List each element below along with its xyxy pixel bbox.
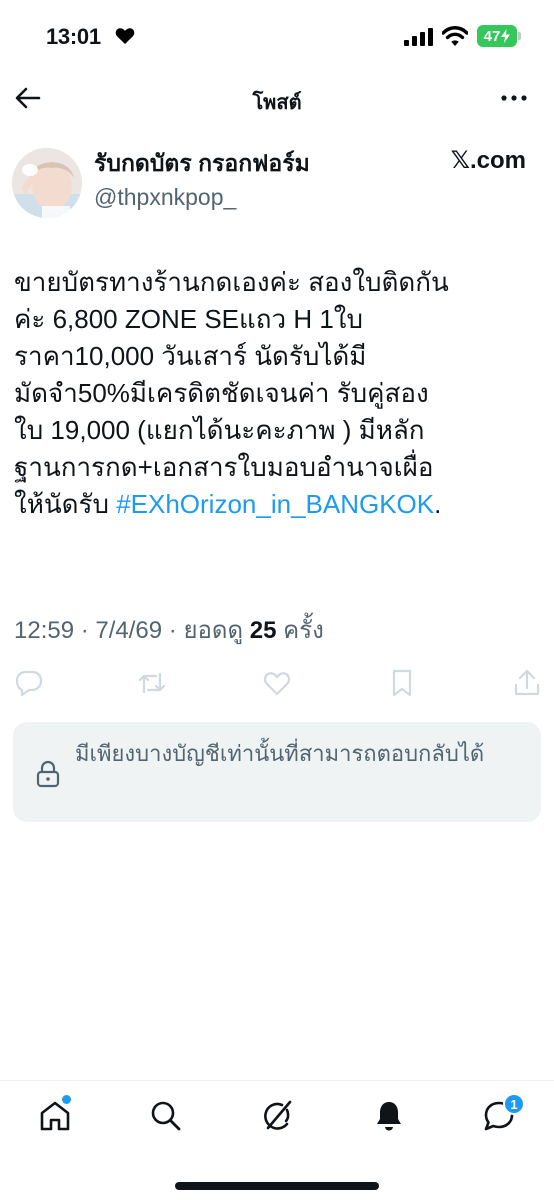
avatar[interactable]: [12, 148, 82, 218]
tweet-meta: 12:59 · 7/4/69 · ยอดดู 25 ครั้ง: [14, 617, 324, 644]
views-label: ยอดดู: [183, 617, 244, 644]
reply-restricted-text: มีเพียงบางบัญชีเท่านั้นที่สามารถตอบกลับไ…: [75, 741, 485, 766]
lock-icon: [36, 760, 60, 788]
tweet-trailing: .: [434, 489, 442, 519]
repost-icon[interactable]: [137, 668, 167, 698]
battery-level: 47: [483, 27, 501, 45]
tweet-date: 7/4/69: [95, 617, 163, 644]
home-indicator: [175, 1182, 379, 1190]
messages-badge: 1: [503, 1093, 525, 1115]
post-header: โพสต์: [0, 74, 554, 122]
more-icon[interactable]: [500, 86, 528, 110]
wifi-icon: [442, 26, 468, 46]
page-title: โพสต์: [252, 92, 302, 114]
views-count[interactable]: 25: [250, 617, 277, 644]
reply-restricted-notice: มีเพียงบางบัญชีเท่านั้นที่สามารถตอบกลับไ…: [13, 722, 541, 822]
action-bar: [0, 668, 554, 700]
author-handle[interactable]: @thpxnkpop_: [94, 184, 236, 211]
source-label: 𝕏.com: [450, 147, 526, 174]
status-time: 13:01: [46, 24, 101, 49]
share-icon[interactable]: [512, 668, 542, 698]
hashtag-link[interactable]: #EXhOrizon_in_BANGKOK: [116, 489, 434, 519]
bookmark-icon[interactable]: [387, 668, 417, 698]
home-icon[interactable]: [38, 1099, 72, 1133]
notifications-icon[interactable]: [372, 1099, 406, 1133]
tweet-body: ขายบัตรทางร้านกดเองค่ะ สองใบติดกัน ค่ะ 6…: [14, 267, 449, 519]
home-notification-dot: [62, 1095, 71, 1104]
tweet-text: ขายบัตรทางร้านกดเองค่ะ สองใบติดกัน ค่ะ 6…: [14, 264, 534, 523]
signal-icon: [404, 28, 433, 46]
like-icon[interactable]: [262, 668, 292, 698]
search-icon[interactable]: [149, 1099, 183, 1133]
heart-icon: [115, 28, 135, 44]
views-unit: ครั้ง: [283, 617, 324, 644]
battery-tip: [518, 32, 521, 40]
grok-icon[interactable]: [260, 1099, 294, 1133]
author-display-name[interactable]: รับกดบัตร กรอกฟอร์ม: [94, 146, 310, 182]
status-bar: 13:01 47: [0, 0, 554, 74]
reply-icon[interactable]: [14, 668, 44, 698]
charging-bolt-icon: [501, 29, 511, 43]
tweet-time: 12:59: [14, 617, 75, 644]
avatar-image: [12, 148, 82, 218]
battery-indicator: 47: [477, 25, 517, 47]
